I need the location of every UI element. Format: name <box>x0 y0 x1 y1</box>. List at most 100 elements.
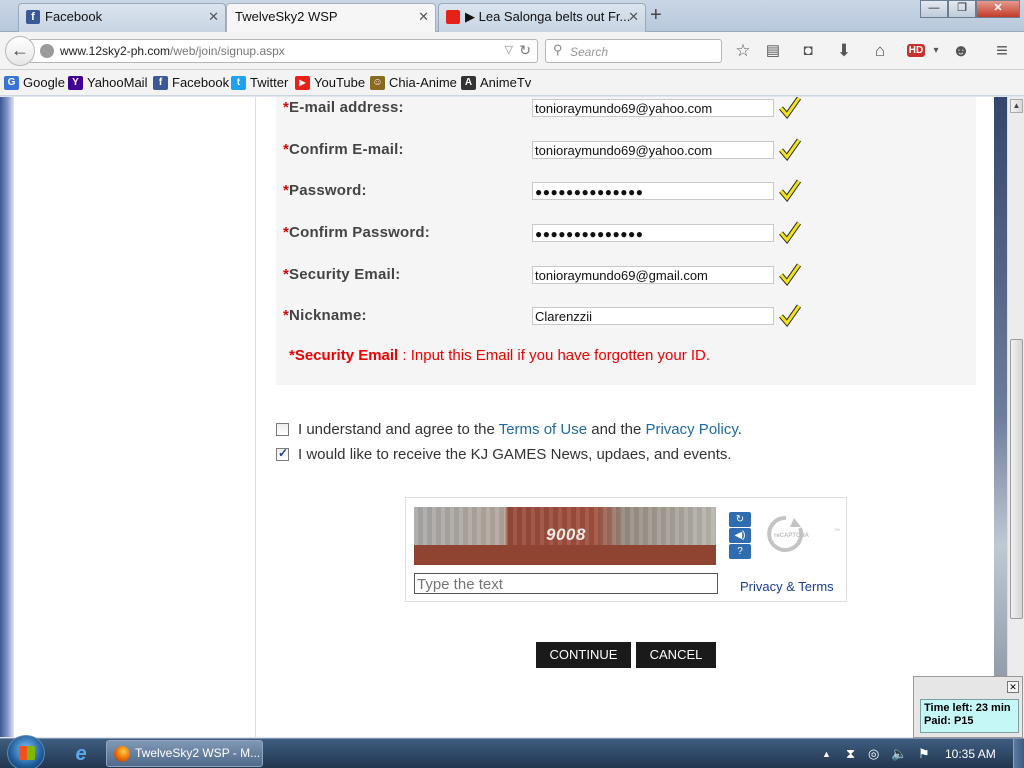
windows-logo-icon <box>19 746 35 760</box>
bookmark-star-icon[interactable]: ☆ <box>732 41 754 61</box>
confirm-password-label: *Confirm Password: <box>283 224 430 241</box>
menu-icon[interactable]: ≡ <box>991 41 1013 61</box>
bookmark-youtube[interactable]: ▶ YouTube <box>295 75 365 91</box>
reading-list-icon[interactable]: ▤ <box>762 41 784 61</box>
form-row-nickname: *Nickname: <box>276 304 976 329</box>
start-button[interactable] <box>7 735 45 768</box>
close-icon[interactable]: ✕ <box>418 4 429 30</box>
newsletter-text: I would like to receive the KJ GAMES New… <box>298 446 732 463</box>
bookmark-chia-anime[interactable]: ☺ Chia-Anime <box>370 75 457 91</box>
captcha-image-number: 9008 <box>546 525 586 544</box>
bookmark-label: Google <box>23 75 65 90</box>
smiley-extension-icon[interactable]: ☻ <box>950 41 972 61</box>
close-icon[interactable]: ✕ <box>628 4 639 30</box>
signup-form-panel: *E-mail address: *Confirm E-mail: *Passw… <box>276 97 976 385</box>
volume-icon[interactable]: 🔈 <box>891 746 907 762</box>
terms-text: I understand and agree to the Terms of U… <box>298 421 742 438</box>
refresh-captcha-icon[interactable]: ↻ <box>729 512 751 527</box>
bookmark-label: Facebook <box>172 75 230 90</box>
desktop-wallpaper-left <box>0 97 14 737</box>
captcha-privacy-link[interactable]: Privacy & Terms <box>740 579 834 594</box>
bookmark-google[interactable]: G Google <box>4 75 65 91</box>
url-domain: www.12sky2-ph.com <box>60 44 171 58</box>
form-row-confirm-email: *Confirm E-mail: <box>276 138 976 163</box>
back-button[interactable]: ← <box>5 36 35 66</box>
continue-button[interactable]: CONTINUE <box>536 642 631 668</box>
reload-icon[interactable]: ↻ <box>519 42 531 59</box>
confirm-email-field[interactable] <box>532 141 774 159</box>
form-row-confirm-password: *Confirm Password: <box>276 221 976 246</box>
amount-paid: Paid: P15 <box>924 715 974 727</box>
bookmark-yahoomail[interactable]: Y YahooMail <box>68 75 147 91</box>
confirm-email-label: *Confirm E-mail: <box>283 141 404 158</box>
terms-of-use-link[interactable]: Terms of Use <box>499 421 587 438</box>
bookmark-label: YahooMail <box>87 75 148 90</box>
label-text: E-mail address: <box>289 99 404 116</box>
firefox-icon <box>114 746 130 762</box>
nickname-label: *Nickname: <box>283 307 367 324</box>
cancel-button[interactable]: CANCEL <box>636 642 716 668</box>
terms-text-middle: and the <box>587 421 646 438</box>
tab-twelvesky2[interactable]: TwelveSky2 WSP ✕ <box>226 3 436 32</box>
captcha-input[interactable] <box>414 573 718 594</box>
confirm-password-field[interactable] <box>532 224 774 242</box>
security-email-field[interactable] <box>532 266 774 284</box>
form-row-security-email: *Security Email: <box>276 263 976 288</box>
close-icon[interactable]: ✕ <box>208 4 219 30</box>
newsletter-checkbox[interactable] <box>276 446 289 461</box>
scrollbar-thumb[interactable] <box>1010 339 1023 619</box>
internet-explorer-icon[interactable]: e <box>70 743 92 765</box>
hourglass-icon[interactable]: ⧗ <box>846 746 855 762</box>
privacy-policy-link[interactable]: Privacy Policy <box>645 421 737 438</box>
download-icon[interactable]: ⬇ <box>833 41 855 61</box>
show-desktop-button[interactable] <box>1013 739 1024 768</box>
url-text[interactable]: www.12sky2-ph.com/web/join/signup.aspx <box>60 44 285 58</box>
minimize-button[interactable]: — <box>920 0 948 18</box>
tab-youtube[interactable]: ▶ Lea Salonga belts out Fr... ✕ <box>438 3 646 32</box>
terms-text-after: . <box>737 421 742 438</box>
search-box[interactable]: ⚲ Search <box>545 39 722 63</box>
hd-extension-icon[interactable]: HD <box>907 44 925 57</box>
taskbar-window-label: TwelveSky2 WSP - M... <box>135 746 261 760</box>
password-field[interactable] <box>532 182 774 200</box>
security-note-title: *Security Email <box>289 347 399 364</box>
chevron-down-icon[interactable]: ▾ <box>925 41 947 61</box>
terms-checkbox[interactable] <box>276 423 289 436</box>
email-field[interactable] <box>532 99 774 117</box>
checkmark-icon <box>779 138 801 161</box>
new-tab-button[interactable]: + <box>650 4 662 27</box>
globe-icon <box>40 44 54 58</box>
nickname-field[interactable] <box>532 307 774 325</box>
maximize-button[interactable]: ❐ <box>948 0 976 18</box>
password-label: *Password: <box>283 182 367 199</box>
bookmark-label: AnimeTv <box>480 75 532 90</box>
system-clock[interactable]: 10:35 AM <box>945 747 996 761</box>
url-history-dropdown-icon[interactable]: ▽ <box>505 43 513 56</box>
checkmark-icon <box>779 304 801 327</box>
label-text: Security Email: <box>289 266 401 283</box>
signup-page: *E-mail address: *Confirm E-mail: *Passw… <box>14 97 994 737</box>
checkmark-icon <box>779 221 801 244</box>
youtube-icon: ▶ <box>295 76 310 90</box>
notification-flag-icon[interactable]: ⚑ <box>918 746 930 762</box>
pocket-icon[interactable]: ◘ <box>797 41 819 61</box>
address-bar[interactable]: www.12sky2-ph.com/web/join/signup.aspx ▽… <box>30 39 538 63</box>
audio-captcha-icon[interactable]: ◀) <box>729 528 751 543</box>
bookmark-animetv[interactable]: A AnimeTv <box>461 75 531 91</box>
tab-title: Facebook <box>45 9 103 24</box>
taskbar-firefox-window[interactable]: TwelveSky2 WSP - M... <box>106 740 263 767</box>
tab-facebook[interactable]: f Facebook ✕ <box>18 3 226 32</box>
page-scrollbar[interactable]: ▲ <box>1007 97 1024 737</box>
bookmarks-toolbar: G Google Y YahooMail f Facebook t Twitter ▶ Y… <box>0 70 1024 96</box>
help-captcha-icon[interactable]: ? <box>729 544 751 559</box>
window-close-button[interactable]: ✕ <box>976 0 1020 18</box>
bookmark-twitter[interactable]: t Twitter <box>231 75 288 91</box>
network-icon[interactable]: ◎ <box>868 746 879 762</box>
bookmark-facebook[interactable]: f Facebook <box>153 75 229 91</box>
tray-expand-icon[interactable]: ▲ <box>822 749 831 759</box>
tab-strip: f Facebook ✕ TwelveSky2 WSP ✕ ▶ Lea Salo… <box>0 0 1024 32</box>
home-icon[interactable]: ⌂ <box>869 41 891 61</box>
timer-close-icon[interactable]: ✕ <box>1007 681 1019 693</box>
security-email-note: *Security Email : Input this Email if yo… <box>289 347 710 364</box>
scroll-up-arrow-icon[interactable]: ▲ <box>1010 99 1023 113</box>
